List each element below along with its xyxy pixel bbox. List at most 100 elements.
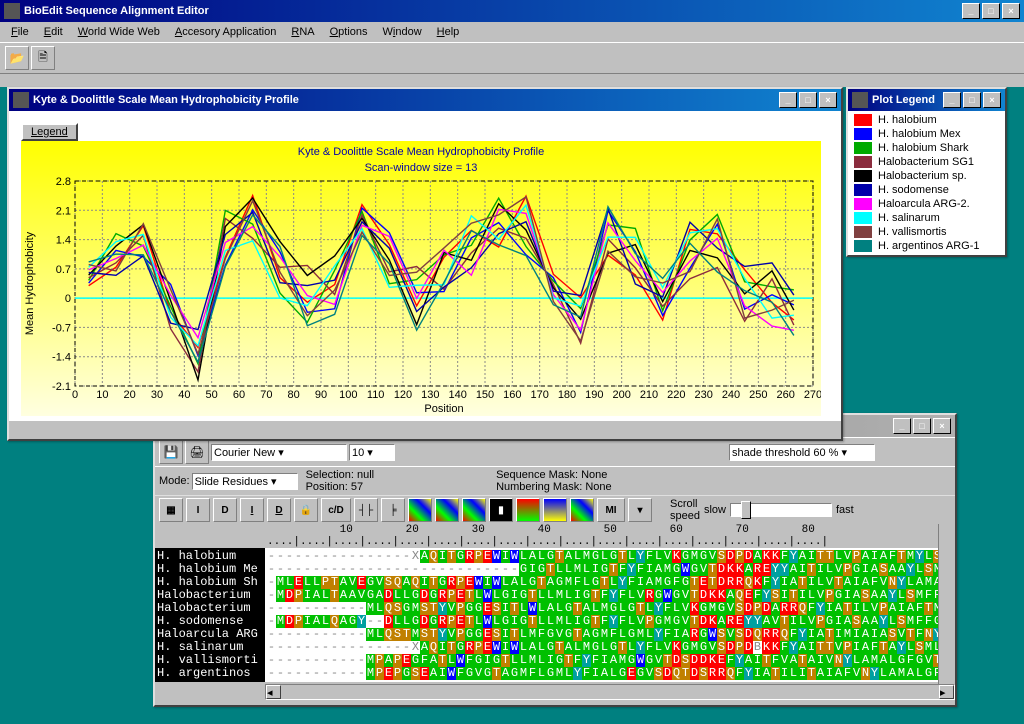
plot-maximize-button[interactable]: □ (799, 92, 817, 108)
lock-button[interactable]: 🔒 (294, 498, 318, 522)
main-toolbar: 📂 🗎 (0, 42, 1024, 74)
menu-window[interactable]: Window (376, 24, 429, 40)
sequence-names[interactable]: H. halobiumH. halobium MeH. halobium ShH… (155, 548, 265, 682)
font-select[interactable]: Courier New ▾ (211, 444, 347, 461)
color3-button[interactable] (462, 498, 486, 522)
svg-text:0: 0 (65, 293, 71, 305)
color2-button[interactable] (435, 498, 459, 522)
sequence-data[interactable]: ----------------XAQITGRPEWIWLALGTALMGLGT… (265, 548, 938, 682)
gatcat2-button[interactable] (543, 498, 567, 522)
seq-mask-label: Sequence Mask: (496, 469, 578, 481)
legend-minimize-button[interactable]: _ (943, 92, 961, 108)
open-button[interactable]: 📂 (5, 46, 29, 70)
editor-maximize-button[interactable]: □ (913, 418, 931, 434)
save-button[interactable]: 💾 (159, 440, 183, 464)
shift-tool-button[interactable]: ╞ (381, 498, 405, 522)
svg-text:40: 40 (178, 389, 190, 401)
legend-swatch (854, 240, 872, 252)
print-button[interactable]: 🖨 (185, 440, 209, 464)
legend-label: H. sodomense (878, 184, 949, 196)
svg-text:Scan-window size = 13: Scan-window size = 13 (365, 162, 478, 174)
plot-close-button[interactable]: × (819, 92, 837, 108)
menu-edit[interactable]: Edit (37, 24, 70, 40)
delete2-button[interactable]: D (267, 498, 291, 522)
delete-button[interactable]: D (213, 498, 237, 522)
alignment-editor-window[interactable]: _ □ × 💾 🖨 Courier New ▾ 10 ▾ shade thres… (153, 413, 957, 707)
legend-label: H. halobium Shark (878, 142, 969, 154)
legend-item: H. halobium Mex (850, 127, 1003, 141)
svg-text:50: 50 (206, 389, 218, 401)
editor-font-toolbar: 💾 🖨 Courier New ▾ 10 ▾ shade threshold 6… (155, 437, 955, 466)
legend-item: H. halobium (850, 113, 1003, 127)
svg-text:60: 60 (233, 389, 245, 401)
insert-button[interactable]: I (186, 498, 210, 522)
legend-label: Halobacterium sp. (878, 170, 967, 182)
close-button[interactable]: × (1002, 3, 1020, 19)
svg-text:80: 80 (288, 389, 300, 401)
slow-label: slow (704, 504, 726, 516)
editor-minimize-button[interactable]: _ (893, 418, 911, 434)
legend-swatch (854, 142, 872, 154)
hscrollbar[interactable]: ◂ ▸ (265, 684, 955, 700)
legend-close-button[interactable]: × (983, 92, 1001, 108)
svg-text:150: 150 (476, 389, 494, 401)
colorblock-button[interactable] (570, 498, 594, 522)
legend-item: Halobacterium sp. (850, 169, 1003, 183)
svg-text:10: 10 (96, 389, 108, 401)
new-button[interactable]: 🗎 (31, 46, 55, 70)
svg-text:100: 100 (339, 389, 357, 401)
menu-world-wide-web[interactable]: World Wide Web (71, 24, 167, 40)
selection-label: Selection: (306, 469, 354, 481)
legend-maximize-button[interactable]: □ (963, 92, 981, 108)
toggle-sel-button[interactable]: ▦ (159, 498, 183, 522)
vscrollbar[interactable] (938, 524, 955, 684)
legend-icon (852, 92, 868, 108)
inv-button[interactable]: ▮ (489, 498, 513, 522)
selection-value: null (357, 469, 374, 481)
legend-swatch (854, 156, 872, 168)
legend-label: Halobacterium SG1 (878, 156, 974, 168)
legend-swatch (854, 212, 872, 224)
shade-threshold-select[interactable]: shade threshold 60 % ▾ (729, 444, 875, 461)
legend-label: H. vallismortis (878, 226, 946, 238)
hscroll-left-button[interactable]: ◂ (266, 685, 281, 699)
gatcat1-button[interactable] (516, 498, 540, 522)
editor-mode-bar: Mode: Slide Residues ▾ Selection: null P… (155, 466, 955, 495)
shift-left-button[interactable]: ┤├ (354, 498, 378, 522)
mode-select[interactable]: Slide Residues ▾ (192, 473, 298, 490)
svg-text:240: 240 (722, 389, 740, 401)
plot-legend-window[interactable]: Plot Legend _ □ × H. halobiumH. halobium… (846, 87, 1007, 257)
legend-list: H. halobiumH. halobium MexH. halobium Sh… (848, 111, 1005, 255)
menu-rna[interactable]: RNA (284, 24, 321, 40)
menu-help[interactable]: Help (430, 24, 467, 40)
maximize-button[interactable]: □ (982, 3, 1000, 19)
svg-text:130: 130 (421, 389, 439, 401)
menu-accesory-application[interactable]: Accesory Application (168, 24, 284, 40)
legend-titlebar[interactable]: Plot Legend _ □ × (848, 89, 1005, 111)
scroll-label: Scroll (670, 498, 698, 510)
insert2-button[interactable]: I (240, 498, 264, 522)
mi-button[interactable]: MI (597, 498, 625, 522)
legend-button[interactable]: Legend (21, 123, 78, 141)
cd-button[interactable]: c/D (321, 498, 351, 522)
hydrophobicity-plot-window[interactable]: Kyte & Doolittle Scale Mean Hydrophobici… (7, 87, 843, 441)
editor-close-button[interactable]: × (933, 418, 951, 434)
svg-text:110: 110 (367, 389, 385, 401)
hscroll-right-button[interactable]: ▸ (939, 685, 954, 699)
legend-swatch (854, 198, 872, 210)
menu-file[interactable]: File (4, 24, 36, 40)
font-size-select[interactable]: 10 ▾ (349, 444, 395, 461)
menu-options[interactable]: Options (323, 24, 375, 40)
plot-minimize-button[interactable]: _ (779, 92, 797, 108)
main-titlebar: BioEdit Sequence Alignment Editor _ □ × (0, 0, 1024, 22)
extra-button[interactable]: ▾ (628, 498, 652, 522)
legend-label: H. halobium (878, 114, 937, 126)
color1-button[interactable] (408, 498, 432, 522)
legend-item: Halobacterium SG1 (850, 155, 1003, 169)
app-title: BioEdit Sequence Alignment Editor (24, 5, 209, 17)
scroll-speed-slider[interactable] (730, 503, 832, 517)
legend-swatch (854, 114, 872, 126)
svg-text:-0.7: -0.7 (52, 322, 71, 334)
plot-titlebar[interactable]: Kyte & Doolittle Scale Mean Hydrophobici… (9, 89, 841, 111)
minimize-button[interactable]: _ (962, 3, 980, 19)
